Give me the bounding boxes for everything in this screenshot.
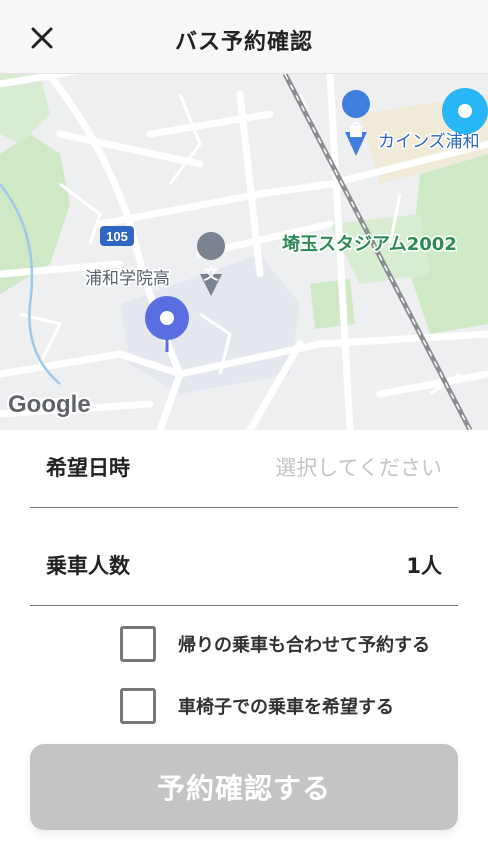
- route-number-text: 105: [106, 229, 128, 244]
- wheelchair-option[interactable]: 車椅子での乗車を希望する: [120, 686, 394, 726]
- wheelchair-label: 車椅子での乗車を希望する: [178, 697, 394, 718]
- confirm-reservation-button[interactable]: 予約確認する: [30, 744, 458, 830]
- passengers-label: 乗車人数: [46, 554, 130, 578]
- stadium-label: 埼玉スタジアム2002: [282, 233, 457, 255]
- bus-stop-marker[interactable]: [442, 88, 488, 134]
- datetime-label: 希望日時: [46, 456, 130, 480]
- school-icon-glyph: 文: [203, 265, 219, 283]
- datetime-placeholder[interactable]: 選択してください: [275, 452, 442, 482]
- passengers-value[interactable]: 1人: [406, 550, 442, 580]
- google-logo: Google: [8, 391, 91, 418]
- store-label: カインズ浦和: [378, 132, 480, 152]
- return-trip-checkbox[interactable]: [120, 626, 156, 662]
- school-label: 浦和学院高: [85, 269, 170, 289]
- passengers-row[interactable]: 乗車人数 1人: [30, 528, 458, 606]
- header-bar: バス予約確認: [0, 0, 488, 74]
- route-map[interactable]: 105 浦和学院高 埼玉スタジアム2002 カインズ浦和 文 Google: [0, 74, 488, 430]
- datetime-row[interactable]: 希望日時 選択してください: [30, 430, 458, 508]
- route-number-badge: 105: [100, 226, 134, 246]
- wheelchair-checkbox[interactable]: [120, 688, 156, 724]
- page-title: バス予約確認: [174, 30, 313, 55]
- return-trip-option[interactable]: 帰りの乗車も合わせて予約する: [120, 624, 430, 664]
- return-trip-label: 帰りの乗車も合わせて予約する: [178, 635, 430, 656]
- park-area: [310, 279, 355, 329]
